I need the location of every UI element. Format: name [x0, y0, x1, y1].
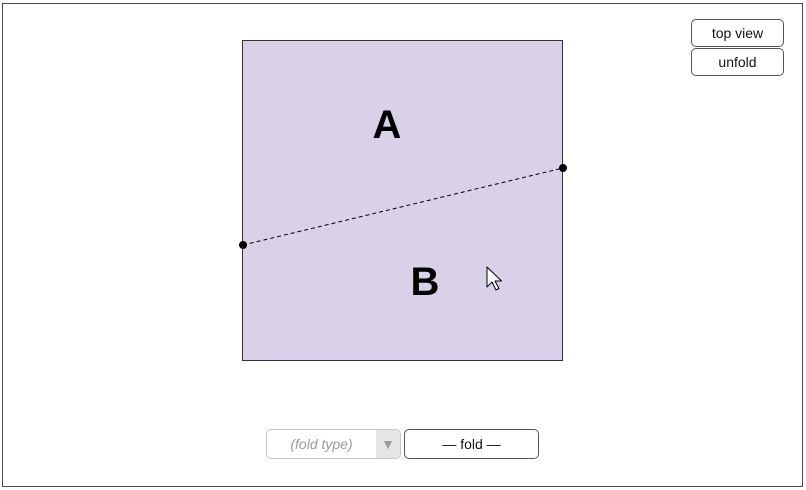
fold-line-left-endpoint[interactable] — [239, 241, 247, 249]
fold-type-placeholder: (fold type) — [290, 436, 353, 452]
paper-square[interactable] — [242, 40, 563, 361]
folding-canvas[interactable]: A B — [0, 0, 806, 490]
unfold-button[interactable]: unfold — [691, 48, 784, 76]
top-view-button[interactable]: top view — [691, 19, 784, 47]
fold-line-right-endpoint[interactable] — [559, 164, 567, 172]
region-label-b: B — [411, 260, 440, 304]
fold-type-select[interactable]: (fold type) ▼ — [266, 429, 401, 459]
fold-button[interactable]: — fold — — [404, 429, 539, 459]
region-label-a: A — [373, 103, 402, 147]
chevron-down-icon: ▼ — [376, 430, 400, 458]
